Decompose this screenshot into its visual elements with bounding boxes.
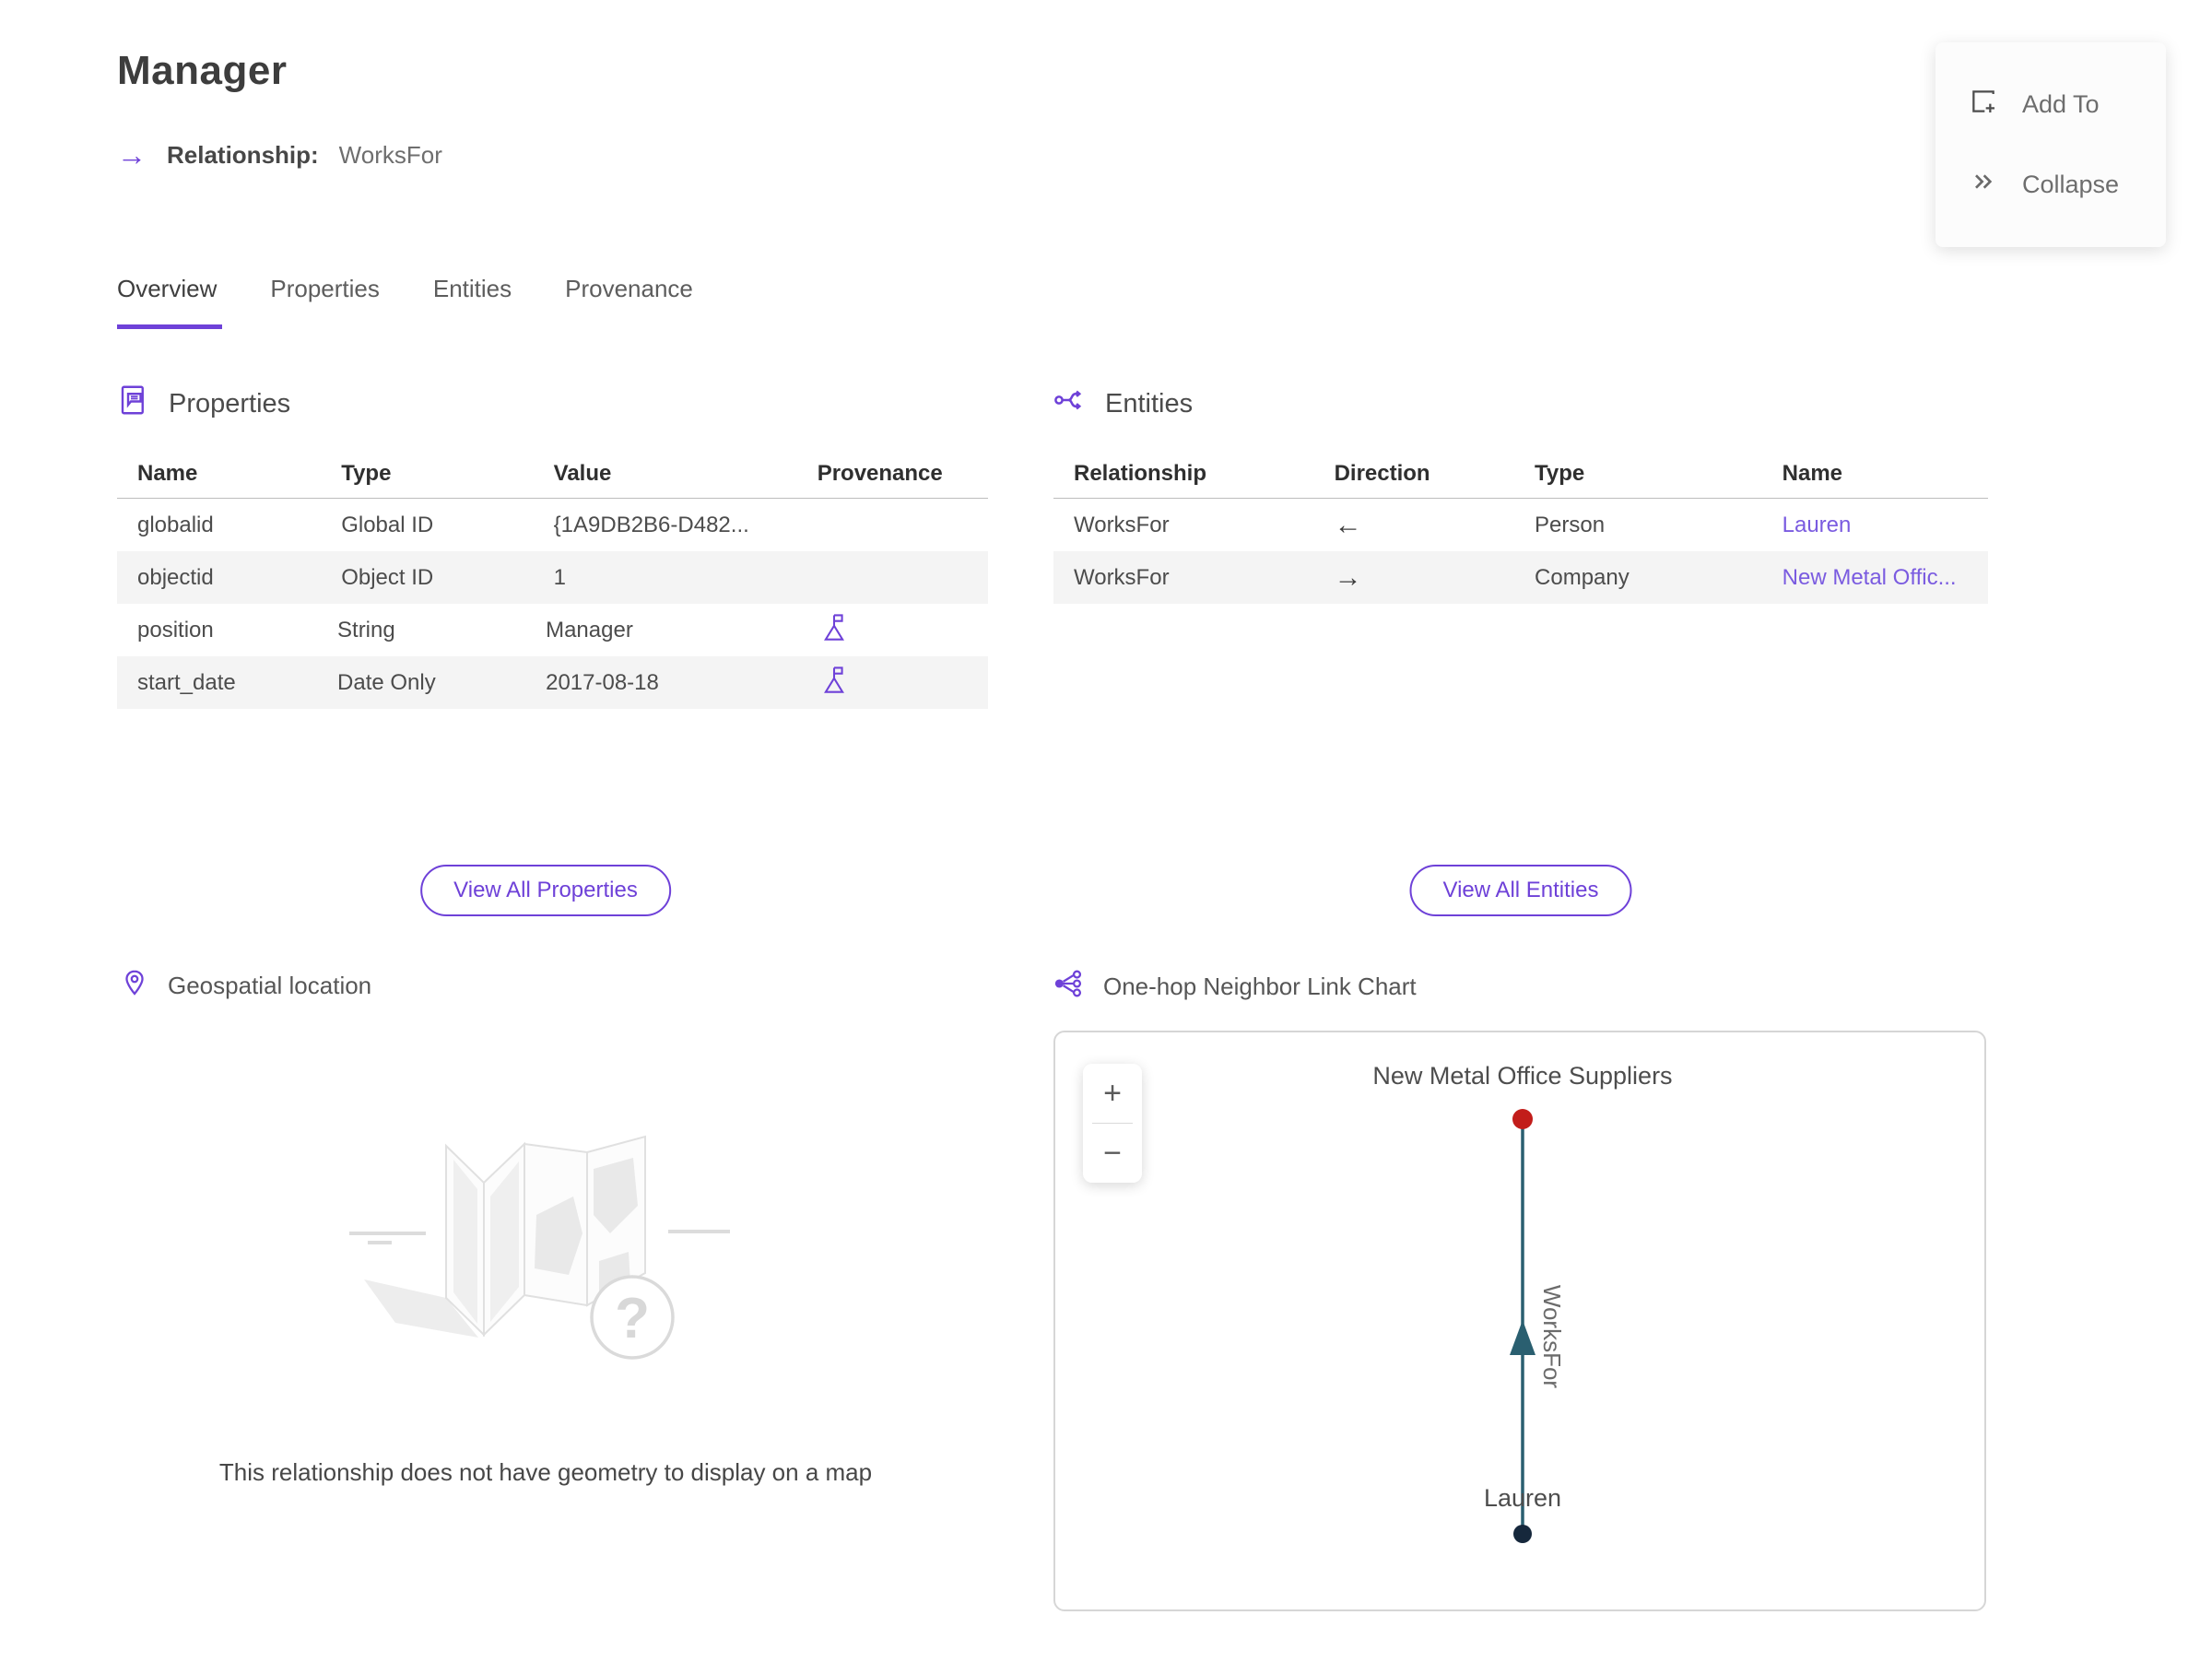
tab-bar: Overview Properties Entities Provenance [117,275,693,329]
prop-name: start_date [137,669,236,695]
col-provenance: Provenance [817,461,943,486]
prop-value: 2017-08-18 [546,669,659,695]
tab-provenance[interactable]: Provenance [565,275,693,329]
collapse-chevrons-icon [1969,167,1998,203]
add-to-label: Add To [2022,90,2100,118]
table-row: position String Manager [117,604,988,656]
map-zoom-control: + − [1083,1064,1142,1183]
person-node[interactable] [1513,1525,1532,1543]
edge-label: WorksFor [1538,1285,1566,1389]
company-node-label: New Metal Office Suppliers [1372,1062,1672,1090]
page-title: Manager [117,48,288,93]
add-to-icon [1969,87,1998,123]
prop-value: Manager [546,617,633,642]
svg-text:?: ? [615,1287,650,1350]
col-relationship: Relationship [1074,461,1207,486]
zoom-in-button[interactable]: + [1083,1064,1142,1123]
properties-section-title: Properties [169,388,291,418]
location-pin-icon [120,968,149,1004]
link-chart-graph: WorksFor New Metal Office Suppliers Laur… [1372,1062,1673,1543]
entities-table-header: Relationship Direction Type Name [1053,450,1988,499]
relationship-label: Relationship: [167,140,319,169]
properties-table-header: Name Type Value Provenance [117,450,988,499]
relationship-value: WorksFor [338,140,442,169]
col-type: Type [341,461,392,486]
company-node[interactable] [1512,1109,1533,1129]
map-placeholder-illustration: ? [349,1135,730,1360]
person-node-label: Lauren [1484,1484,1561,1512]
link-chart-section-header: One-hop Neighbor Link Chart [1053,968,1417,1006]
relationship-arrow-icon: → [117,138,147,171]
view-all-entities-button[interactable]: View All Entities [1409,865,1632,916]
table-row: WorksFor → Company New Metal Offic... [1053,551,1988,604]
actions-card: Add To Collapse [1936,42,2166,247]
prop-type: Global ID [341,512,434,537]
prop-value: {1A9DB2B6-D482... [553,512,749,537]
col-name: Name [1782,461,1843,486]
entity-type: Company [1535,564,1630,590]
zoom-out-button[interactable]: − [1083,1124,1142,1183]
prop-type: String [337,617,395,642]
properties-icon [117,383,150,424]
table-row: globalid Global ID {1A9DB2B6-D482... [117,499,988,551]
geospatial-section-header: Geospatial location [120,968,371,1004]
properties-table: Name Type Value Provenance globalid Glob… [117,450,988,709]
direction-arrow-icon: → [1334,561,1362,593]
properties-section-header: Properties [117,383,290,424]
entity-relationship: WorksFor [1074,512,1170,537]
link-chart-section-title: One-hop Neighbor Link Chart [1103,973,1417,1000]
table-row: WorksFor ← Person Lauren [1053,499,1988,551]
entities-table: Relationship Direction Type Name WorksFo… [1053,450,1988,604]
prop-name: position [137,617,214,642]
prop-type: Date Only [337,669,436,695]
tab-entities[interactable]: Entities [433,275,512,329]
collapse-label: Collapse [2022,171,2120,198]
prop-name: globalid [137,512,214,537]
provenance-flag-icon[interactable] [784,612,988,648]
entity-name-link[interactable]: Lauren [1762,513,1988,538]
provenance-flag-icon[interactable] [784,665,988,701]
direction-arrow-icon: ← [1334,509,1362,540]
add-to-button[interactable]: Add To [1936,65,2166,145]
view-all-properties-button[interactable]: View All Properties [420,865,671,916]
entity-name-link[interactable]: New Metal Offic... [1762,565,1988,591]
tab-overview[interactable]: Overview [117,275,223,329]
col-name: Name [137,461,198,486]
entities-section-title: Entities [1105,388,1194,418]
prop-name: objectid [137,564,214,590]
prop-value: 1 [553,564,566,590]
geometry-empty-message: This relationship does not have geometry… [218,1458,873,1486]
prop-type: Object ID [341,564,434,590]
link-chart-icon [1053,968,1085,1006]
geospatial-section-title: Geospatial location [168,972,372,999]
col-value: Value [553,461,612,486]
tab-properties[interactable]: Properties [270,275,380,329]
entity-type: Person [1535,512,1606,537]
collapse-button[interactable]: Collapse [1936,145,2166,225]
col-direction: Direction [1334,461,1430,486]
link-chart-canvas[interactable]: WorksFor New Metal Office Suppliers Laur… [1053,1031,1986,1611]
col-type: Type [1535,461,1585,486]
entity-relationship: WorksFor [1074,564,1170,590]
table-row: start_date Date Only 2017-08-18 [117,656,988,709]
relationship-subtitle: → Relationship: WorksFor [117,140,442,170]
entities-section-header: Entities [1053,383,1193,424]
table-row: objectid Object ID 1 [117,551,988,604]
entities-icon [1053,383,1087,424]
edge-arrowhead [1510,1320,1535,1355]
